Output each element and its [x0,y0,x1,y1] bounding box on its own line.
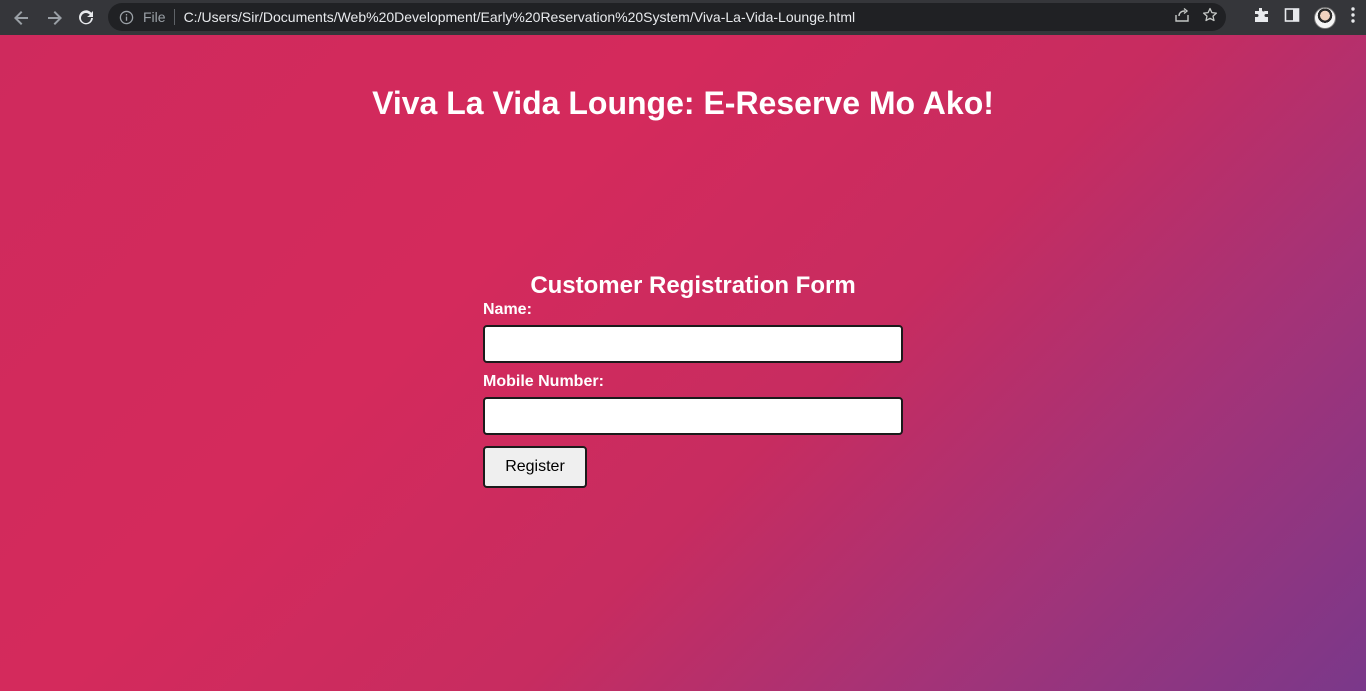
mobile-number-label: Mobile Number: [483,373,604,390]
page-body: Viva La Vida Lounge: E-Reserve Mo Ako! C… [0,35,1366,691]
browser-toolbar: File C:/Users/Sir/Documents/Web%20Develo… [0,0,1366,35]
name-label: Name: [483,301,532,318]
name-input[interactable] [483,325,903,363]
avatar[interactable] [1314,6,1336,29]
reload-icon [79,9,93,24]
side-panel-icon[interactable] [1284,7,1300,28]
menu-icon[interactable] [1350,6,1356,29]
extensions-icon[interactable] [1252,6,1270,29]
star-icon[interactable] [1202,7,1218,28]
register-button[interactable]: Register [483,446,587,488]
forward-button[interactable] [38,2,70,34]
form-title: Customer Registration Form [530,272,856,299]
page-title: Viva La Vida Lounge: E-Reserve Mo Ako! [372,85,994,121]
reload-button[interactable] [70,2,102,34]
forward-icon [48,10,62,25]
back-icon [14,10,28,25]
back-button[interactable] [6,2,38,34]
info-icon[interactable] [118,9,134,25]
file-scheme-label: File [143,9,175,25]
url-text[interactable]: C:/Users/Sir/Documents/Web%20Development… [184,9,856,25]
share-icon[interactable] [1174,7,1190,28]
address-bar[interactable]: File C:/Users/Sir/Documents/Web%20Develo… [108,3,1226,31]
mobile-number-input[interactable] [483,397,903,435]
registration-form: Customer Registration Form Name: Mobile … [483,271,903,488]
